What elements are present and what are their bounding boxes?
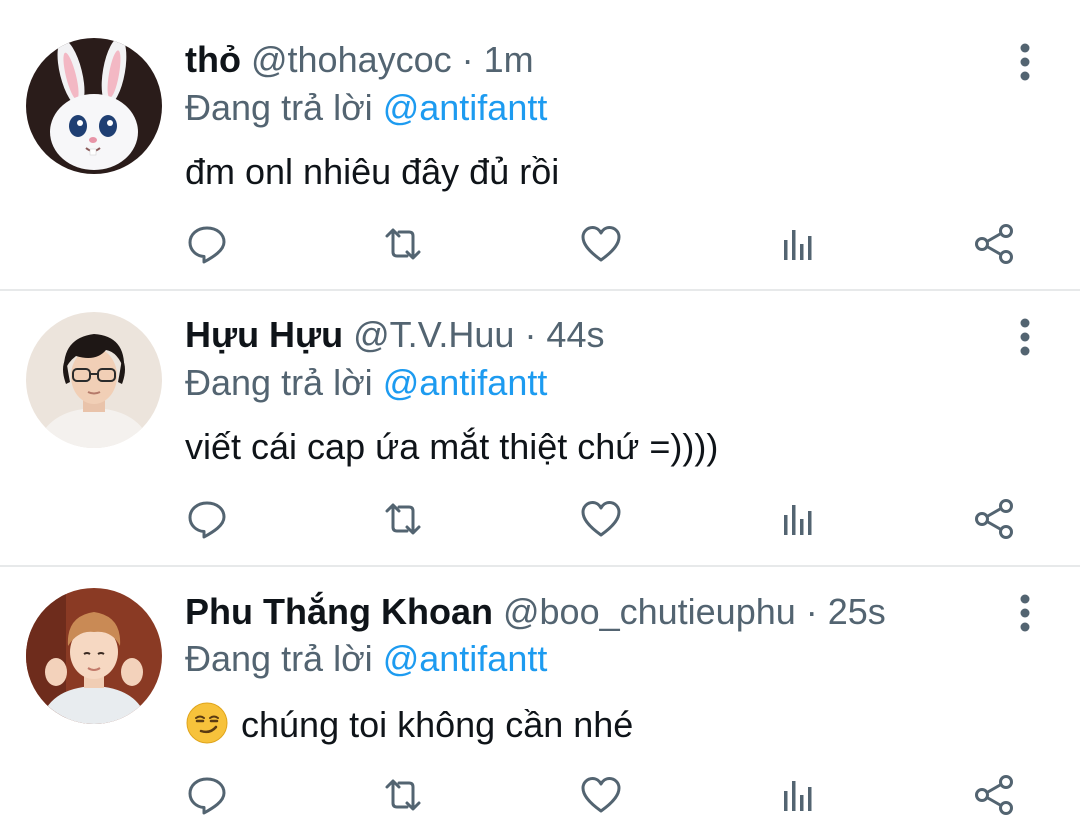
share-icon bbox=[975, 775, 1013, 815]
handle-and-time: @boo_chutieuphu · 25s bbox=[502, 591, 886, 632]
like-button[interactable] bbox=[579, 773, 623, 817]
retweet-icon bbox=[385, 503, 421, 535]
tweet[interactable]: thỏ @thohaycoc · 1m Đang trả lời @antifa… bbox=[0, 0, 1080, 291]
reply-button[interactable] bbox=[185, 773, 229, 817]
person-with-glasses-avatar-icon bbox=[26, 312, 162, 448]
analytics-button[interactable] bbox=[776, 222, 820, 266]
more-vertical-icon bbox=[1020, 43, 1030, 81]
like-button[interactable] bbox=[579, 222, 623, 266]
like-icon bbox=[581, 777, 621, 813]
reply-icon bbox=[188, 777, 226, 815]
tweet-text: đm onl nhiêu đây đủ rồi bbox=[185, 151, 560, 192]
tweet-header: thỏ @thohaycoc · 1m bbox=[185, 38, 534, 82]
replying-to: Đang trả lời @antifantt bbox=[185, 86, 547, 130]
mention-link[interactable]: @antifantt bbox=[383, 362, 548, 403]
handle-and-time: @thohaycoc · 1m bbox=[250, 39, 534, 80]
analytics-icon bbox=[784, 230, 812, 260]
share-icon bbox=[975, 499, 1013, 539]
mention-link[interactable]: @antifantt bbox=[383, 87, 548, 128]
tweet-actions bbox=[185, 222, 1025, 272]
white-bunny-avatar-icon bbox=[26, 38, 162, 174]
share-button[interactable] bbox=[973, 773, 1017, 817]
display-name[interactable]: thỏ bbox=[185, 39, 241, 80]
analytics-button[interactable] bbox=[776, 497, 820, 541]
replying-to: Đang trả lời @antifantt bbox=[185, 637, 547, 681]
share-button[interactable] bbox=[973, 222, 1017, 266]
retweet-button[interactable] bbox=[381, 773, 425, 817]
tweet-text: chúng toi không cần nhé bbox=[241, 704, 634, 745]
avatar[interactable] bbox=[26, 312, 162, 448]
retweet-icon bbox=[385, 228, 421, 260]
analytics-button[interactable] bbox=[776, 773, 820, 817]
like-icon bbox=[581, 501, 621, 537]
tweet-actions bbox=[185, 773, 1025, 823]
share-icon bbox=[975, 224, 1013, 264]
person-posing-avatar-icon bbox=[26, 588, 162, 724]
avatar[interactable] bbox=[26, 588, 162, 724]
display-name[interactable]: Phu Thắng Khoan bbox=[185, 591, 493, 632]
analytics-icon bbox=[784, 781, 812, 811]
more-options-button[interactable] bbox=[1010, 591, 1040, 635]
handle-and-time: @T.V.Huu · 44s bbox=[353, 314, 605, 355]
analytics-icon bbox=[784, 505, 812, 535]
reply-button[interactable] bbox=[185, 222, 229, 266]
reply-button[interactable] bbox=[185, 497, 229, 541]
smirking-face-emoji-icon bbox=[186, 702, 228, 744]
retweet-icon bbox=[385, 779, 421, 811]
replying-to: Đang trả lời @antifantt bbox=[185, 361, 547, 405]
tweet[interactable]: Phu Thắng Khoan @boo_chutieuphu · 25s Đa… bbox=[0, 567, 1080, 837]
reply-icon bbox=[188, 501, 226, 539]
more-vertical-icon bbox=[1020, 594, 1030, 632]
replying-to-label: Đang trả lời bbox=[185, 638, 373, 679]
like-button[interactable] bbox=[579, 497, 623, 541]
retweet-button[interactable] bbox=[381, 497, 425, 541]
tweet-text-container: chúng toi không cần nhé bbox=[185, 701, 633, 747]
more-options-button[interactable] bbox=[1010, 315, 1040, 359]
tweet-header: Phu Thắng Khoan @boo_chutieuphu · 25s bbox=[185, 590, 886, 634]
tweet-header: Hựu Hựu @T.V.Huu · 44s bbox=[185, 313, 604, 357]
avatar[interactable] bbox=[26, 38, 162, 174]
mention-link[interactable]: @antifantt bbox=[383, 638, 548, 679]
tweet-text: viết cái cap ứa mắt thiệt chứ =)))) bbox=[185, 426, 719, 467]
replying-to-label: Đang trả lời bbox=[185, 362, 373, 403]
tweet[interactable]: Hựu Hựu @T.V.Huu · 44s Đang trả lời @ant… bbox=[0, 291, 1080, 567]
replying-to-label: Đang trả lời bbox=[185, 87, 373, 128]
tweet-feed: thỏ @thohaycoc · 1m Đang trả lời @antifa… bbox=[0, 0, 1080, 837]
more-options-button[interactable] bbox=[1010, 40, 1040, 84]
like-icon bbox=[581, 226, 621, 262]
more-vertical-icon bbox=[1020, 318, 1030, 356]
reply-icon bbox=[188, 226, 226, 264]
share-button[interactable] bbox=[973, 497, 1017, 541]
retweet-button[interactable] bbox=[381, 222, 425, 266]
tweet-actions bbox=[185, 497, 1025, 547]
display-name[interactable]: Hựu Hựu bbox=[185, 314, 343, 355]
